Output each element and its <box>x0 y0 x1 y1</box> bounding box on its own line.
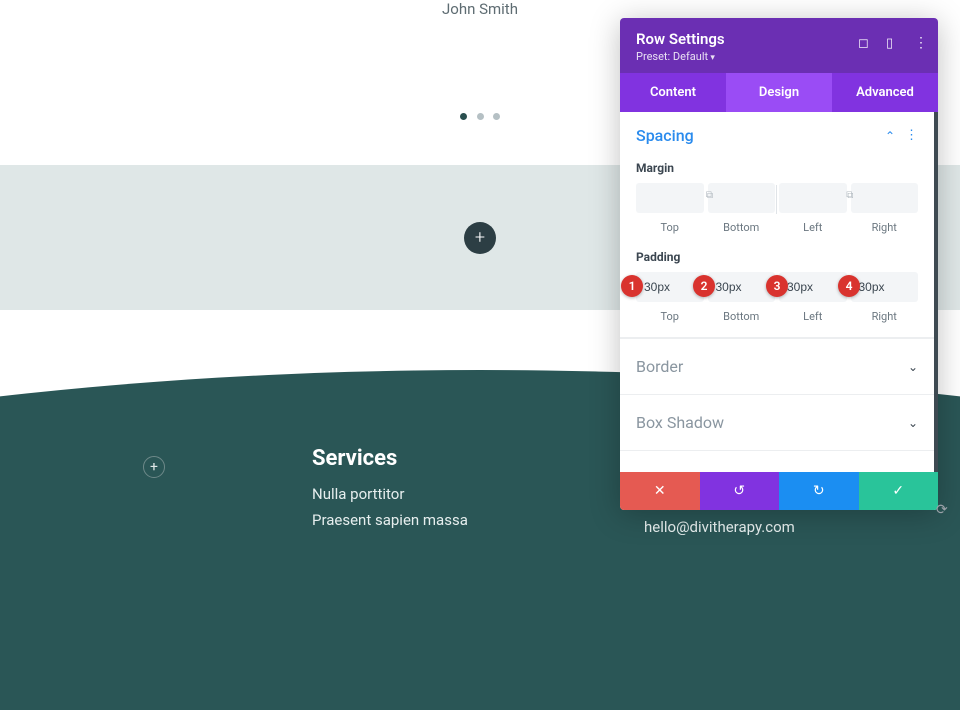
padding-bottom-input[interactable] <box>708 272 776 302</box>
undo-button[interactable]: ↺ <box>700 472 780 510</box>
section-title-border: Border <box>636 357 683 376</box>
panel-footer: ✕ ↺ ↻ ✓ <box>620 472 938 510</box>
margin-inputs: ⧉ ⧉ Top Bottom Left Right <box>636 183 918 234</box>
section-border[interactable]: Border ⌄ <box>620 338 934 394</box>
section-menu-icon[interactable]: ⋮ <box>905 128 918 143</box>
split-view-icon[interactable] <box>886 32 900 46</box>
section-title-spacing[interactable]: Spacing <box>636 126 694 145</box>
tab-content[interactable]: Content <box>620 73 726 112</box>
side-label: Bottom <box>708 310 776 323</box>
redo-button[interactable]: ↻ <box>779 472 859 510</box>
add-section-button[interactable]: + <box>464 222 496 254</box>
section-filters[interactable]: Filters ⌄ <box>620 450 934 472</box>
margin-top-input[interactable] <box>636 183 704 213</box>
chevron-down-icon: ⌄ <box>908 416 918 430</box>
side-label: Right <box>851 310 919 323</box>
chevron-down-icon: ⌄ <box>908 360 918 374</box>
services-block: Services Nulla porttitor Praesent sapien… <box>312 446 468 537</box>
section-box-shadow[interactable]: Box Shadow ⌄ <box>620 394 934 450</box>
side-label: Bottom <box>708 221 776 234</box>
callout-pin-4: 4 <box>838 275 860 297</box>
callout-pin-2: 2 <box>693 275 715 297</box>
margin-right-input[interactable] <box>851 183 919 213</box>
side-label: Left <box>779 221 847 234</box>
chevron-up-icon[interactable]: ⌃ <box>885 129 895 143</box>
services-item: Praesent sapien massa <box>312 511 468 529</box>
services-heading: Services <box>312 446 468 471</box>
panel-body: Spacing ⌃ ⋮ Margin ⧉ ⧉ Top Bottom Left R… <box>620 112 938 472</box>
padding-right-input[interactable] <box>851 272 919 302</box>
side-label: Top <box>636 221 704 234</box>
add-module-button[interactable]: + <box>143 456 165 478</box>
margin-left-input[interactable] <box>779 183 847 213</box>
padding-inputs: 1 2 3 4 Top Bottom Left Right <box>636 272 918 323</box>
divider <box>776 185 777 214</box>
carousel-dot[interactable] <box>477 113 484 120</box>
expand-icon[interactable] <box>858 32 872 46</box>
margin-label: Margin <box>636 161 918 175</box>
row-settings-panel: Row Settings Preset: Default Content Des… <box>620 18 938 510</box>
padding-left-input[interactable] <box>779 272 847 302</box>
margin-bottom-input[interactable] <box>708 183 776 213</box>
side-label: Top <box>636 310 704 323</box>
carousel-dot[interactable] <box>493 113 500 120</box>
side-label: Left <box>779 310 847 323</box>
section-title-box-shadow: Box Shadow <box>636 413 724 432</box>
callout-pin-1: 1 <box>621 275 643 297</box>
panel-header: Row Settings Preset: Default <box>620 18 938 73</box>
tab-design[interactable]: Design <box>726 73 832 112</box>
section-spacing: Spacing ⌃ ⋮ Margin ⧉ ⧉ Top Bottom Left R… <box>620 112 934 338</box>
callout-pin-3: 3 <box>766 275 788 297</box>
recycle-icon[interactable]: ⟳ <box>936 502 954 520</box>
preset-dropdown[interactable]: Preset: Default <box>636 50 922 63</box>
carousel-dot[interactable] <box>460 113 467 120</box>
author-name: John Smith <box>0 0 960 18</box>
tab-advanced[interactable]: Advanced <box>832 73 938 112</box>
more-menu-icon[interactable] <box>914 32 928 46</box>
cancel-button[interactable]: ✕ <box>620 472 700 510</box>
side-label: Right <box>851 221 919 234</box>
padding-label: Padding <box>636 250 918 264</box>
panel-tabs: Content Design Advanced <box>620 73 938 112</box>
footer-email[interactable]: hello@divitherapy.com <box>644 518 795 536</box>
save-button[interactable]: ✓ <box>859 472 939 510</box>
services-item: Nulla porttitor <box>312 485 468 503</box>
